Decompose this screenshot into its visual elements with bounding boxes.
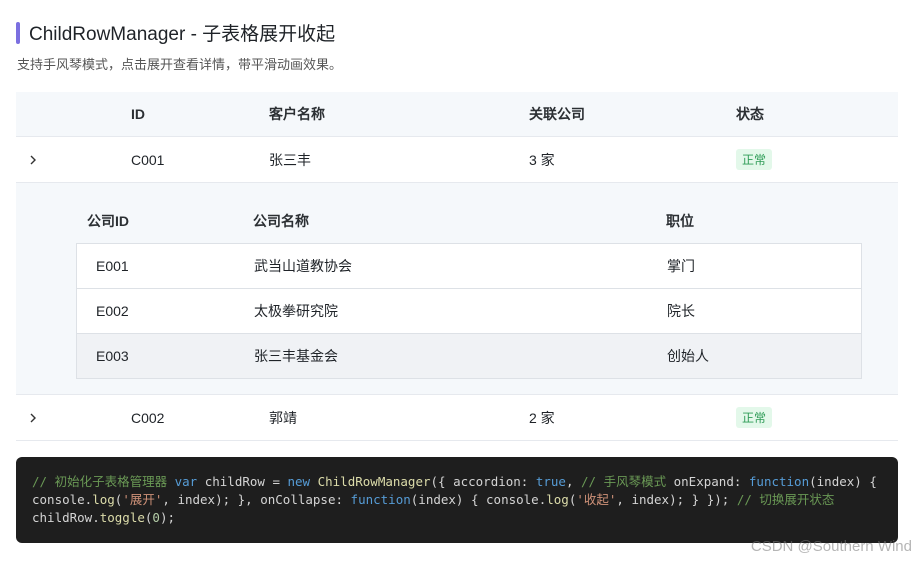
subtable-row: E002 太极拳研究院 院长 (76, 289, 862, 334)
status-badge: 正常 (736, 149, 773, 170)
sub-column-header-id: 公司ID (87, 213, 129, 229)
page-subtitle: 支持手风琴模式，点击展开查看详情，带平滑动画效果。 (17, 57, 343, 72)
row-companies: 3 家 (529, 151, 555, 168)
watermark: CSDN @Southern Wind (750, 538, 912, 555)
sub-row-id: E001 (96, 258, 129, 274)
page-title: ChildRowManager - 子表格展开收起 (29, 24, 336, 45)
title-accent-bar (16, 21, 20, 44)
subtable-header: 公司ID 公司名称 职位 (76, 199, 862, 244)
sub-row-position: 掌门 (667, 258, 695, 274)
table-row[interactable]: C001 张三丰 3 家 正常 (16, 137, 898, 183)
column-header-id: ID (131, 106, 145, 122)
sub-row-name: 武当山道教协会 (254, 258, 352, 274)
code-comment: // 手风琴模式 (581, 474, 667, 489)
row-name: 张三丰 (269, 151, 311, 168)
row-id: C001 (131, 151, 165, 168)
code-comment: // 初始化子表格管理器 (32, 474, 168, 489)
code-block: // 初始化子表格管理器 var childRow = new ChildRow… (16, 457, 898, 543)
sub-row-name: 太极拳研究院 (254, 303, 338, 319)
chevron-right-icon[interactable] (26, 137, 40, 182)
sub-column-header-name: 公司名称 (253, 213, 309, 229)
status-cell: 正常 (736, 137, 773, 182)
code-comment: // 切换展开状态 (736, 492, 835, 507)
column-header-status: 状态 (736, 106, 764, 122)
row-id: C002 (131, 409, 165, 426)
subtable-row: E001 武当山道教协会 掌门 (76, 244, 862, 289)
column-header-name: 客户名称 (269, 106, 325, 122)
row-name: 郭靖 (269, 409, 297, 426)
subtable-row: E003 张三丰基金会 创始人 (76, 334, 862, 379)
row-companies: 2 家 (529, 409, 555, 426)
sub-row-id: E002 (96, 303, 129, 319)
sub-row-id: E003 (96, 348, 129, 364)
company-subtable: 公司ID 公司名称 职位 E001 武当山道教协会 掌门 E002 太极拳研究院… (76, 199, 862, 379)
code-string: '展开' (122, 492, 163, 507)
sub-row-position: 创始人 (667, 348, 709, 364)
status-badge: 正常 (736, 407, 773, 428)
status-cell: 正常 (736, 395, 773, 440)
sub-row-position: 院长 (667, 303, 695, 319)
column-header-companies: 关联公司 (529, 106, 585, 122)
table-row[interactable]: C002 郭靖 2 家 正常 (16, 395, 898, 441)
page-header: ChildRowManager - 子表格展开收起 (16, 19, 335, 46)
child-row-panel: 公司ID 公司名称 职位 E001 武当山道教协会 掌门 E002 太极拳研究院… (16, 183, 898, 395)
sub-column-header-position: 职位 (666, 213, 694, 229)
table-header: ID 客户名称 关联公司 状态 (16, 92, 898, 137)
customer-table: ID 客户名称 关联公司 状态 C001 张三丰 3 家 正常 公司ID 公司名… (16, 92, 898, 441)
chevron-right-icon[interactable] (26, 395, 40, 440)
sub-row-name: 张三丰基金会 (254, 348, 338, 364)
code-string: '收起' (576, 492, 617, 507)
